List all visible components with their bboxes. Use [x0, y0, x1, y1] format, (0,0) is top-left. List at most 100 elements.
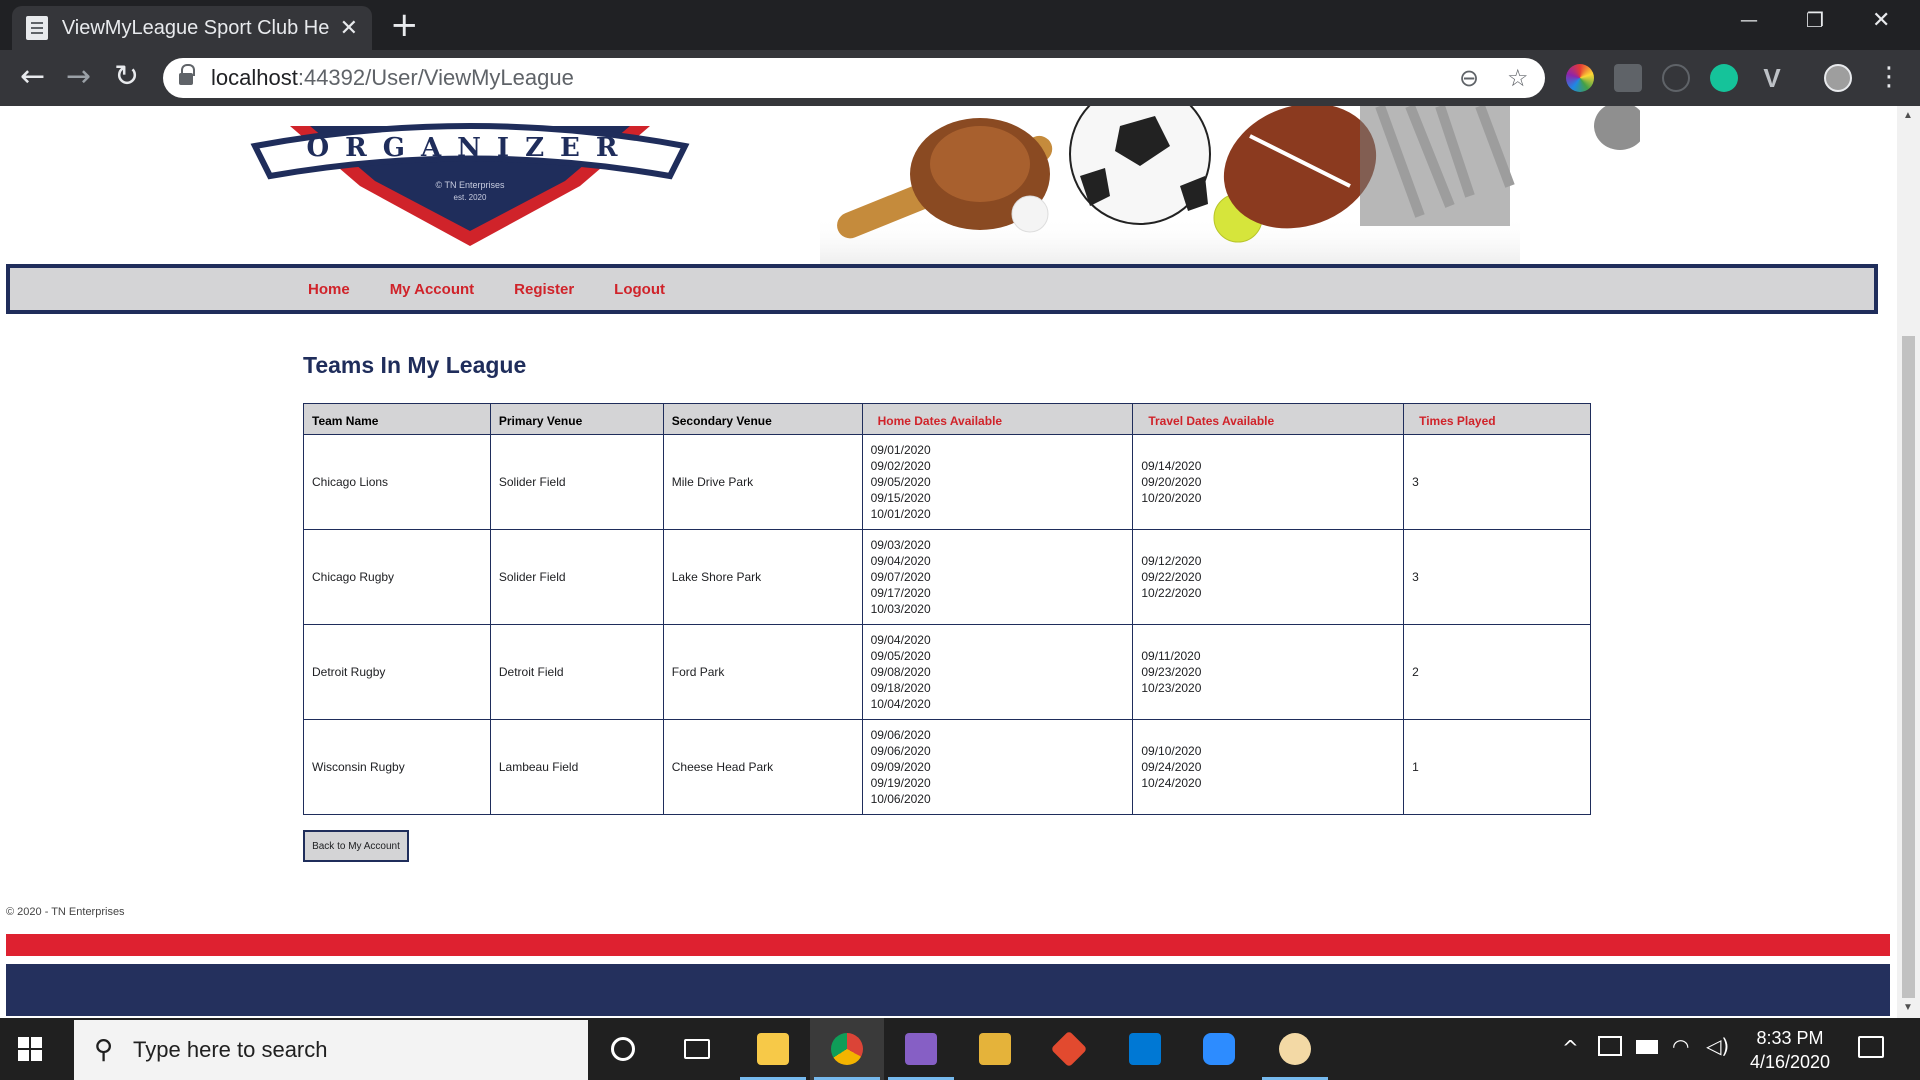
- home-date: 09/17/2020: [870, 586, 931, 600]
- table-row: Chicago Lions Solider Field Mile Drive P…: [303, 434, 1591, 530]
- header-secondary-venue: Secondary Venue: [662, 403, 863, 435]
- travel-date: 09/12/2020: [1141, 554, 1202, 568]
- battery-icon[interactable]: [1636, 1040, 1658, 1054]
- home-date: 09/08/2020: [870, 665, 931, 679]
- travel-date: 09/20/2020: [1141, 475, 1202, 489]
- travel-date: 09/22/2020: [1141, 570, 1202, 584]
- team-name-cell: Chicago Rugby: [303, 529, 491, 625]
- header-travel-dates: Travel Dates Available: [1132, 403, 1405, 435]
- home-date: 10/04/2020: [870, 697, 931, 711]
- visual-studio-icon[interactable]: [884, 1018, 958, 1080]
- home-date: 09/19/2020: [870, 776, 931, 790]
- teams-table: Team Name Primary Venue Secondary Venue …: [303, 403, 1591, 815]
- extension-icon[interactable]: [1614, 64, 1642, 92]
- grammarly-icon[interactable]: [1710, 64, 1738, 92]
- nav-home-link[interactable]: Home: [308, 281, 350, 298]
- volume-icon[interactable]: ◁): [1706, 1034, 1729, 1058]
- home-date: 09/06/2020: [870, 744, 931, 758]
- header-primary-venue: Primary Venue: [489, 403, 664, 435]
- notifications-icon[interactable]: [1858, 1036, 1884, 1058]
- home-date: 09/04/2020: [870, 633, 931, 647]
- primary-venue-cell: Solider Field: [489, 529, 664, 625]
- azure-data-studio-icon[interactable]: [1108, 1018, 1182, 1080]
- zoom-icon[interactable]: ⊖: [1459, 64, 1479, 92]
- tab-title: ViewMyLeague Sport Club Helper: [61, 16, 330, 39]
- color-extension-icon[interactable]: [1566, 64, 1594, 92]
- extension-icon[interactable]: [1662, 64, 1690, 92]
- times-played-cell: 3: [1403, 434, 1591, 530]
- home-date: 10/06/2020: [870, 792, 931, 806]
- secondary-venue-cell: Lake Shore Park: [662, 529, 863, 625]
- travel-dates-cell: 09/12/2020 09/22/2020 10/22/2020: [1132, 529, 1405, 625]
- travel-dates-cell: 09/14/2020 09/20/2020 10/20/2020: [1132, 434, 1405, 530]
- home-dates-cell: 09/06/2020 09/06/2020 09/09/2020 09/19/2…: [861, 719, 1134, 815]
- tab-close-icon[interactable]: ✕: [340, 15, 358, 41]
- taskbar-clock[interactable]: 8:33 PM 4/16/2020: [1740, 1026, 1840, 1074]
- window-minimize-icon[interactable]: —: [1740, 10, 1758, 31]
- nav-logout-link[interactable]: Logout: [614, 281, 665, 298]
- profile-avatar[interactable]: [1824, 64, 1852, 92]
- travel-dates-cell: 09/10/2020 09/24/2020 10/24/2020: [1132, 719, 1405, 815]
- travel-date: 10/20/2020: [1141, 491, 1202, 505]
- new-tab-icon[interactable]: +: [390, 8, 419, 42]
- browser-tab[interactable]: ViewMyLeague Sport Club Helper ✕: [12, 6, 372, 50]
- times-played-cell: 1: [1403, 719, 1591, 815]
- logo-est: est. 2020: [454, 193, 487, 202]
- back-arrow-icon[interactable]: ←: [20, 60, 45, 94]
- git-tool-icon[interactable]: [1032, 1018, 1106, 1080]
- chrome-icon[interactable]: [810, 1018, 884, 1080]
- footer-red-bar: [6, 934, 1890, 956]
- bookmark-star-icon[interactable]: ☆: [1507, 64, 1529, 92]
- scroll-up-icon[interactable]: ▲: [1903, 110, 1913, 121]
- vimium-extension-icon[interactable]: V: [1758, 64, 1786, 92]
- zoom-app-icon[interactable]: [1182, 1018, 1256, 1080]
- clock-time: 8:33 PM: [1756, 1028, 1824, 1048]
- travel-date: 10/23/2020: [1141, 681, 1202, 695]
- back-to-my-account-button[interactable]: Back to My Account: [303, 830, 409, 862]
- primary-venue-cell: Solider Field: [489, 434, 664, 530]
- home-date: 09/09/2020: [870, 760, 931, 774]
- cortana-icon[interactable]: [586, 1018, 660, 1080]
- taskbar-search-box[interactable]: ⚲ Type here to search: [74, 1020, 588, 1080]
- reload-icon[interactable]: ↻: [114, 60, 139, 94]
- file-explorer-icon[interactable]: [736, 1018, 810, 1080]
- window-close-icon[interactable]: ✕: [1872, 8, 1890, 33]
- home-dates-cell: 09/04/2020 09/05/2020 09/08/2020 09/18/2…: [861, 624, 1134, 720]
- home-date: 09/18/2020: [870, 681, 931, 695]
- browser-menu-icon[interactable]: ⋮: [1876, 60, 1902, 94]
- home-date: 09/05/2020: [870, 649, 931, 663]
- windows-start-icon[interactable]: [18, 1037, 42, 1061]
- clock-date: 4/16/2020: [1749, 1052, 1831, 1072]
- travel-dates-cell: 09/11/2020 09/23/2020 10/23/2020: [1132, 624, 1405, 720]
- home-date: 09/05/2020: [870, 475, 931, 489]
- travel-date: 09/23/2020: [1141, 665, 1202, 679]
- home-date: 10/01/2020: [870, 507, 931, 521]
- home-dates-cell: 09/01/2020 09/02/2020 09/05/2020 09/15/2…: [861, 434, 1134, 530]
- windows-taskbar: ⚲ Type here to search ^ ◠ ◁) 8:33 PM 4/1…: [0, 1018, 1920, 1080]
- address-bar[interactable]: localhost:44392/User/ViewMyLeague ⊖ ☆: [163, 58, 1545, 98]
- scrollbar-thumb[interactable]: [1902, 336, 1915, 998]
- search-icon: ⚲: [94, 1035, 114, 1065]
- home-date: 09/06/2020: [870, 728, 931, 742]
- nav-register-link[interactable]: Register: [514, 281, 574, 298]
- sql-tool-icon[interactable]: [958, 1018, 1032, 1080]
- lock-icon[interactable]: [179, 64, 195, 86]
- travel-date: 09/24/2020: [1141, 760, 1202, 774]
- paint-app-icon[interactable]: [1258, 1018, 1332, 1080]
- taskbar-search-placeholder: Type here to search: [133, 1037, 328, 1062]
- times-played-cell: 3: [1403, 529, 1591, 625]
- task-view-icon[interactable]: [660, 1018, 734, 1080]
- page-favicon-icon: [26, 16, 48, 40]
- wifi-icon[interactable]: ◠: [1672, 1034, 1689, 1058]
- window-restore-icon[interactable]: ❐: [1806, 8, 1824, 32]
- network-share-icon[interactable]: [1598, 1036, 1622, 1056]
- forward-arrow-icon[interactable]: →: [66, 60, 91, 94]
- tray-chevron-icon[interactable]: ^: [1562, 1036, 1579, 1060]
- scroll-down-icon[interactable]: ▼: [1903, 1002, 1913, 1013]
- page-scrollbar[interactable]: ▲ ▼: [1897, 106, 1920, 1018]
- main-navigation: Home My Account Register Logout: [6, 264, 1878, 314]
- url-text[interactable]: localhost:44392/User/ViewMyLeague: [211, 65, 574, 91]
- page-viewport: ORGANIZER © TN Enterprises est. 2020 Hom…: [0, 106, 1897, 1018]
- nav-my-account-link[interactable]: My Account: [390, 281, 474, 298]
- logo-company: © TN Enterprises: [436, 180, 505, 190]
